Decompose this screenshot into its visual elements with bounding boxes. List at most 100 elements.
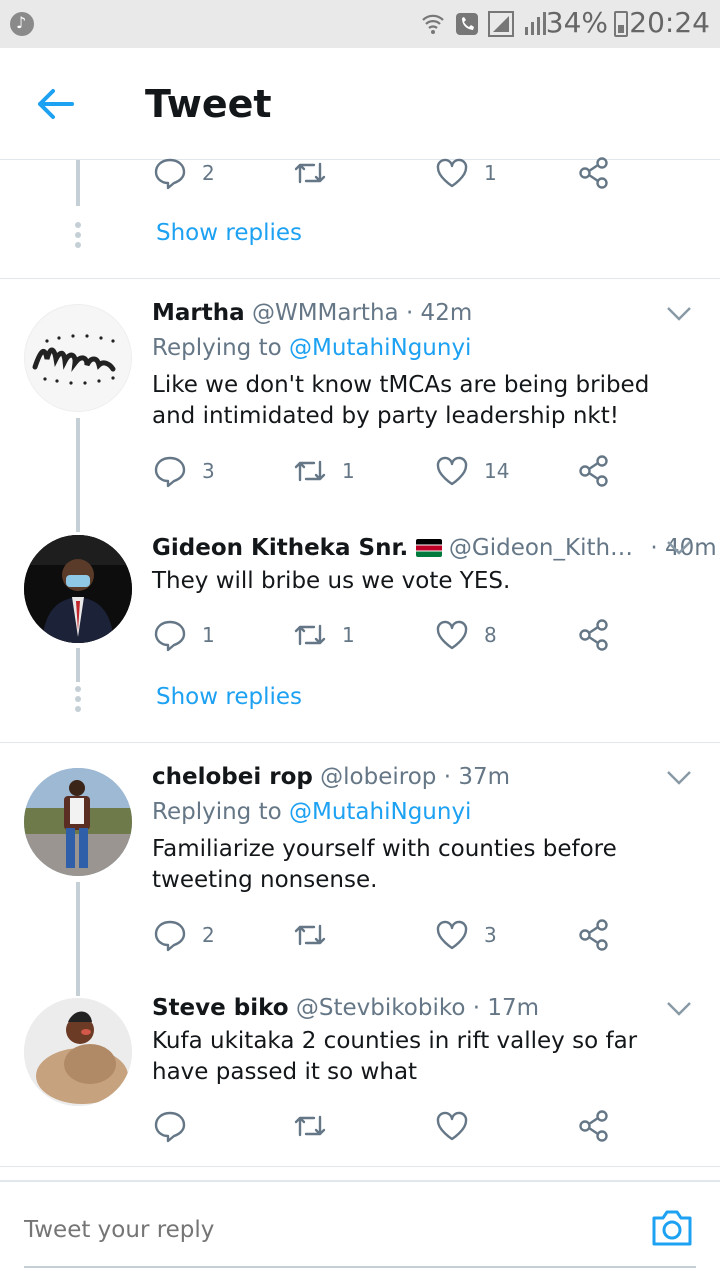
reply-count: 3	[202, 459, 215, 483]
like-button[interactable]: 8	[434, 615, 497, 655]
user-handle[interactable]: @Gideon_Kith…	[449, 535, 633, 561]
thread-line	[76, 882, 80, 996]
reply-button[interactable]: 2	[152, 915, 215, 955]
chevron-down-icon[interactable]	[666, 770, 692, 786]
mention-link[interactable]: @MutahiNgunyi	[289, 799, 471, 825]
retweet-icon	[294, 924, 326, 946]
retweet-count: 1	[342, 623, 355, 647]
user-handle[interactable]: @lobeirop	[320, 764, 436, 790]
share-icon	[579, 919, 608, 951]
input-underline	[24, 1266, 696, 1268]
share-button[interactable]	[576, 1106, 612, 1146]
tweet-text: Like we don't know tMCAs are being bribe…	[152, 372, 650, 429]
like-button[interactable]: 14	[434, 451, 509, 491]
display-name[interactable]: Steve biko	[152, 995, 289, 1021]
user-handle[interactable]: @Stevbikobiko	[296, 995, 466, 1021]
share-button[interactable]	[576, 153, 612, 193]
reply-icon	[154, 920, 186, 952]
retweet-button[interactable]: 1	[292, 451, 355, 491]
like-button[interactable]	[434, 1106, 484, 1146]
like-button[interactable]: 1	[434, 153, 497, 193]
tweet-actions: 1 1 8	[152, 615, 622, 655]
tweet-time: · 42m	[405, 300, 473, 326]
thread-line	[76, 418, 80, 532]
thread-dots	[74, 686, 82, 716]
reply-count: 2	[202, 161, 215, 185]
replying-to: Replying to @MutahiNgunyi	[152, 335, 471, 361]
user-handle[interactable]: @WMMartha	[252, 300, 399, 326]
show-replies-link[interactable]: Show replies	[156, 220, 302, 246]
battery-percent: 34%	[545, 6, 608, 39]
share-icon	[579, 1110, 608, 1142]
avatar[interactable]	[24, 998, 132, 1106]
heart-icon	[436, 1111, 468, 1141]
thread-dots	[74, 222, 82, 252]
gideon-photo-image	[24, 535, 132, 643]
replying-to: Replying to @MutahiNgunyi	[152, 799, 471, 825]
like-count: 8	[484, 623, 497, 647]
tweet-time: · 17m	[472, 995, 540, 1021]
avatar[interactable]	[24, 768, 132, 876]
replying-to-label: Replying to	[152, 799, 282, 825]
tweet-actions: 2 1	[152, 153, 622, 193]
thread-line	[76, 160, 80, 206]
share-icon	[579, 619, 608, 651]
divider	[0, 1166, 720, 1167]
wifi-icon	[422, 14, 444, 34]
signal-sim1-icon	[488, 11, 514, 37]
tweet-header: Gideon Kitheka Snr. @Gideon_Kith… · 40m	[152, 535, 717, 561]
page-title: Tweet	[145, 82, 272, 126]
tweet-text: They will bribe us we vote YES.	[152, 568, 511, 594]
reply-button[interactable]	[152, 1106, 202, 1146]
steve-biko-photo-image	[24, 998, 132, 1106]
tweet-text: Familiarize yourself with counties befor…	[152, 836, 617, 893]
retweet-icon	[294, 162, 326, 184]
chelobei-photo-image	[24, 768, 132, 876]
retweet-icon	[294, 460, 326, 482]
signal-sim2-icon	[525, 12, 546, 35]
retweet-button[interactable]	[292, 915, 342, 955]
reply-icon	[154, 620, 186, 652]
reply-button[interactable]: 1	[152, 615, 215, 655]
show-replies-link[interactable]: Show replies	[156, 684, 302, 710]
retweet-button[interactable]	[292, 153, 328, 193]
divider	[0, 278, 720, 279]
reply-input[interactable]	[24, 1208, 584, 1252]
display-name[interactable]: chelobei rop	[152, 764, 313, 790]
avatar[interactable]	[24, 535, 132, 643]
retweet-button[interactable]: 1	[292, 615, 355, 655]
reply-button[interactable]: 2	[152, 153, 215, 193]
reply-button[interactable]: 3	[152, 451, 215, 491]
display-name[interactable]: Gideon Kitheka Snr.	[152, 535, 408, 561]
like-button[interactable]: 3	[434, 915, 497, 955]
thread-line	[76, 648, 80, 682]
heart-icon	[436, 620, 468, 650]
like-count: 1	[484, 161, 497, 185]
share-button[interactable]	[576, 915, 612, 955]
avatar[interactable]	[24, 304, 132, 412]
app-header: Tweet	[0, 48, 720, 160]
reply-icon	[154, 158, 186, 190]
kenya-flag-icon	[415, 539, 442, 557]
mention-link[interactable]: @MutahiNgunyi	[289, 335, 471, 361]
tweet-actions	[152, 1106, 622, 1146]
chevron-down-icon[interactable]	[666, 540, 692, 556]
camera-icon[interactable]	[650, 1206, 694, 1250]
back-arrow-icon[interactable]	[30, 82, 82, 126]
reply-count: 1	[202, 623, 215, 647]
share-button[interactable]	[576, 615, 612, 655]
martha-logo-image	[25, 305, 131, 411]
chevron-down-icon[interactable]	[666, 1001, 692, 1017]
chevron-down-icon[interactable]	[666, 306, 692, 322]
share-icon	[579, 455, 608, 487]
battery-icon	[614, 11, 628, 37]
music-notification-icon	[10, 12, 34, 36]
retweet-count: 1	[342, 459, 355, 483]
display-name[interactable]: Martha	[152, 300, 245, 326]
retweet-button[interactable]	[292, 1106, 342, 1146]
share-icon	[579, 157, 608, 189]
heart-icon	[436, 920, 468, 950]
share-button[interactable]	[576, 451, 612, 491]
tweet-header: Steve biko @Stevbikobiko · 17m	[152, 995, 539, 1021]
tweet-text: Kufa ukitaka 2 counties in rift valley s…	[152, 1028, 638, 1085]
